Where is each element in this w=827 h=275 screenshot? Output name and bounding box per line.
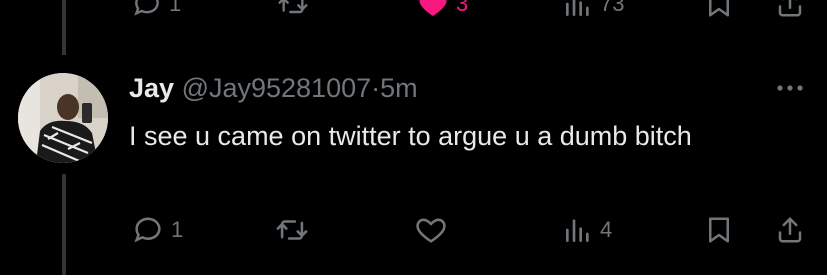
like-button[interactable] [414, 213, 454, 247]
like-icon [416, 218, 446, 243]
share-icon [778, 0, 802, 17]
share-icon [778, 217, 802, 243]
avatar[interactable] [18, 73, 108, 163]
views-icon [566, 219, 589, 242]
prev-reply-button[interactable]: 1 [131, 0, 181, 20]
reply-icon [134, 217, 161, 243]
bookmark-icon [709, 217, 729, 243]
separator-dot: · [371, 73, 381, 103]
retweet-icon [276, 220, 308, 240]
views-count: 4 [600, 217, 613, 242]
prev-share-button[interactable] [775, 0, 805, 20]
retweet-button[interactable] [274, 213, 316, 247]
prev-like-count: 3 [456, 0, 469, 16]
prev-like-button[interactable]: 3 [416, 0, 468, 20]
prev-reply-count: 1 [169, 0, 182, 16]
reply-count: 1 [171, 217, 184, 242]
tweet-actions: 1 4 [0, 213, 827, 249]
like-icon [419, 0, 447, 16]
bookmark-button[interactable] [704, 213, 734, 247]
avatar-image [18, 73, 108, 163]
share-button[interactable] [775, 213, 805, 247]
prev-views-button[interactable]: 73 [562, 0, 624, 20]
views-button[interactable]: 4 [562, 213, 612, 247]
retweet-icon [278, 0, 308, 14]
bookmark-icon [709, 0, 729, 17]
timestamp[interactable]: 5m [380, 73, 418, 103]
handle[interactable]: @Jay95281007 [182, 73, 372, 103]
prev-views-count: 73 [600, 0, 625, 16]
reply-icon [134, 0, 159, 16]
tweet-header: Jay @Jay95281007·5m [129, 73, 418, 104]
more-options-button[interactable] [775, 78, 805, 104]
reply-button[interactable]: 1 [131, 213, 183, 247]
previous-tweet-actions: 1 3 73 [0, 0, 827, 18]
views-icon [566, 0, 589, 16]
display-name[interactable]: Jay [129, 73, 174, 103]
prev-retweet-button[interactable] [276, 0, 310, 20]
prev-bookmark-button[interactable] [704, 0, 734, 20]
tweet-text: I see u came on twitter to argue u a dum… [129, 121, 692, 151]
more-icon [777, 85, 803, 91]
